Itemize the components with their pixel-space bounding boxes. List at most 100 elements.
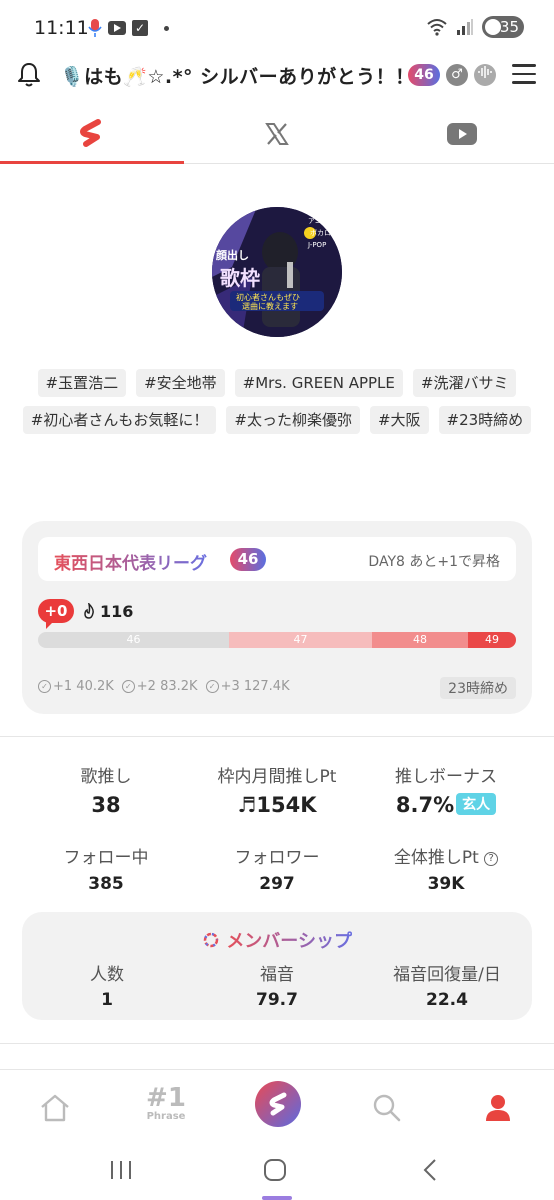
hashtag-chip[interactable]: #安全地帯 [136,369,225,397]
stat-value: 8.7% [395,793,455,817]
stat-label: 枠内月間推しPt [217,767,337,787]
gender-badge: ♂ [446,64,468,86]
status-bar: 11:11 ✓ 35 [0,0,554,56]
membership-label: 福音 [260,965,294,985]
back-icon[interactable] [422,1158,438,1182]
help-icon[interactable]: ? [484,852,499,866]
stat-value: 39K [427,874,465,894]
avatar-text-anime: アニメ [308,217,329,225]
system-navigation-bar [0,1141,554,1200]
check-circle-icon: ✓ [38,680,51,693]
profile-avatar[interactable]: 顔出し 歌枠 アニメ ボカロ J-POP 初心者さんもぜひ 選曲に教えます [212,207,342,337]
stat-value: 297 [259,874,295,894]
nav-search[interactable] [357,1080,417,1136]
profile-tabs [0,104,554,164]
hashtag-chip[interactable]: #玉置浩二 [37,369,127,397]
voice-wave-icon [474,64,496,86]
app-logo-icon [80,118,101,147]
push-delta-badge: +0 [38,599,74,629]
league-header[interactable]: 東西日本代表リーグ 46 DAY8 あと+1で昇格 [38,537,516,581]
stat-label: 推しボーナス [395,767,497,787]
league-title: 東西日本代表リーグ [54,549,207,574]
membership-gospel: 福音 79.7 [192,960,362,1010]
stat-monthly-push-points[interactable]: 枠内月間推しPt ♬154K [187,762,367,817]
promotion-milestones: ✓ +1 40.2K ✓ +2 83.2K ✓ +3 127.4K [38,679,290,694]
stat-value-row: 8.7% 玄人 [356,793,536,817]
phrase-label: Phrase [146,1111,186,1122]
avatar-text-jpop: J-POP [307,241,326,249]
league-progress-segment: 46 [38,632,229,648]
stat-label-row: 全体推しPt ? [356,843,536,868]
stat-push-bonus[interactable]: 推しボーナス 8.7% 玄人 [356,762,536,817]
tab-youtube[interactable] [370,104,554,164]
membership-label: 人数 [90,965,124,985]
profile-display-name: 🎙️はも🥂☆.*° シルバーありがとう！！ [60,66,415,88]
avatar-text-teach: 選曲に教えます [242,301,298,311]
nav-app-main-button[interactable] [255,1081,301,1127]
section-divider [0,736,554,737]
hashtag-chip[interactable]: #Mrs. GREEN APPLE [234,369,403,397]
app-header: 🎙️はも🥂☆.*° シルバーありがとう！！ 46 ♂ [0,56,554,96]
avatar-text-beginner: 初心者さんもぜひ [236,292,300,302]
membership-gospel-recovery: 福音回復量/日 22.4 [362,960,532,1010]
membership-label: 福音回復量/日 [393,965,501,985]
membership-card[interactable]: メンバーシップ 人数 1 福音 79.7 福音回復量/日 22.4 [22,912,532,1020]
league-progress-segment: 47 [229,632,372,648]
hashtag-chip[interactable]: #太った柳楽優弥 [226,406,360,434]
youtube-notification-icon [108,21,126,35]
avatar-text-kaodashi: 顔出し [215,248,249,262]
tab-app[interactable] [0,104,184,164]
membership-value: 79.7 [256,990,298,1010]
stat-total-push-points[interactable]: 全体推しPt ? 39K [356,843,536,894]
profile-icon [486,1095,510,1121]
level-badge: 46 [408,64,440,86]
league-progress-bar: 46 47 48 49 [38,632,516,648]
hashtag-chip[interactable]: #洗濯バサミ [412,369,517,397]
avatar-artwork: 顔出し 歌枠 アニメ ボカロ J-POP 初心者さんもぜひ 選曲に教えます [212,207,342,337]
stat-following[interactable]: フォロー中 385 [16,843,196,894]
stat-song-push[interactable]: 歌推し 38 [16,762,196,817]
milestone-item: ✓ +3 127.4K [205,679,290,694]
league-progress-segment: 48 [372,632,468,648]
avatar-text-utawaku: 歌枠 [220,266,260,290]
recent-apps-icon[interactable] [109,1159,133,1181]
app-logo-icon [269,1092,287,1116]
membership-value: 22.4 [426,990,468,1010]
home-button-icon[interactable] [263,1158,287,1182]
bell-icon[interactable] [17,62,41,88]
phrase-rank: #1 [146,1083,186,1113]
stat-followers[interactable]: フォロワー 297 [187,843,367,894]
microphone-icon [88,19,102,37]
milestone-item: ✓ +2 83.2K [121,679,198,694]
wifi-icon [427,19,447,36]
league-day-status: DAY8 あと+1で昇格 [368,554,500,570]
hashtag-chip[interactable]: #初心者さんもお気軽に！ [22,406,217,434]
membership-ring-icon [203,932,219,948]
membership-value: 1 [101,990,113,1010]
more-notifications-dot-icon [164,25,169,31]
membership-members: 人数 1 [22,960,192,1010]
check-circle-icon: ✓ [205,680,219,693]
status-time: 11:11 [34,17,89,39]
hashtag-chip[interactable]: #23時締め [438,406,532,434]
home-icon [41,1094,69,1122]
status-system-icons: 35 [426,16,524,38]
x-logo-icon [265,123,289,145]
tab-x[interactable] [185,104,369,164]
league-card[interactable]: 東西日本代表リーグ 46 DAY8 あと+1で昇格 +0 116 46 47 48 4… [22,521,532,714]
deadline-tag: 23時締め [440,677,516,699]
stat-label: フォロー中 [63,848,149,868]
battery-indicator: 35 [482,16,524,38]
nav-phrase-ranking[interactable]: #1 Phrase [136,1085,196,1122]
youtube-icon [447,123,477,145]
hashtag-list: #玉置浩二 #安全地帯 #Mrs. GREEN APPLE #洗濯バサミ #初心… [20,369,534,434]
search-icon [373,1094,401,1122]
nav-profile[interactable] [468,1080,528,1136]
hashtag-chip[interactable]: #大阪 [369,406,429,434]
hamburger-menu-icon[interactable] [512,64,536,84]
rank-tag: 玄人 [456,793,497,815]
battery-level: 35 [499,18,519,36]
check-circle-icon: ✓ [121,680,135,693]
nav-home[interactable] [25,1080,85,1136]
flame-count: 116 [100,602,134,621]
